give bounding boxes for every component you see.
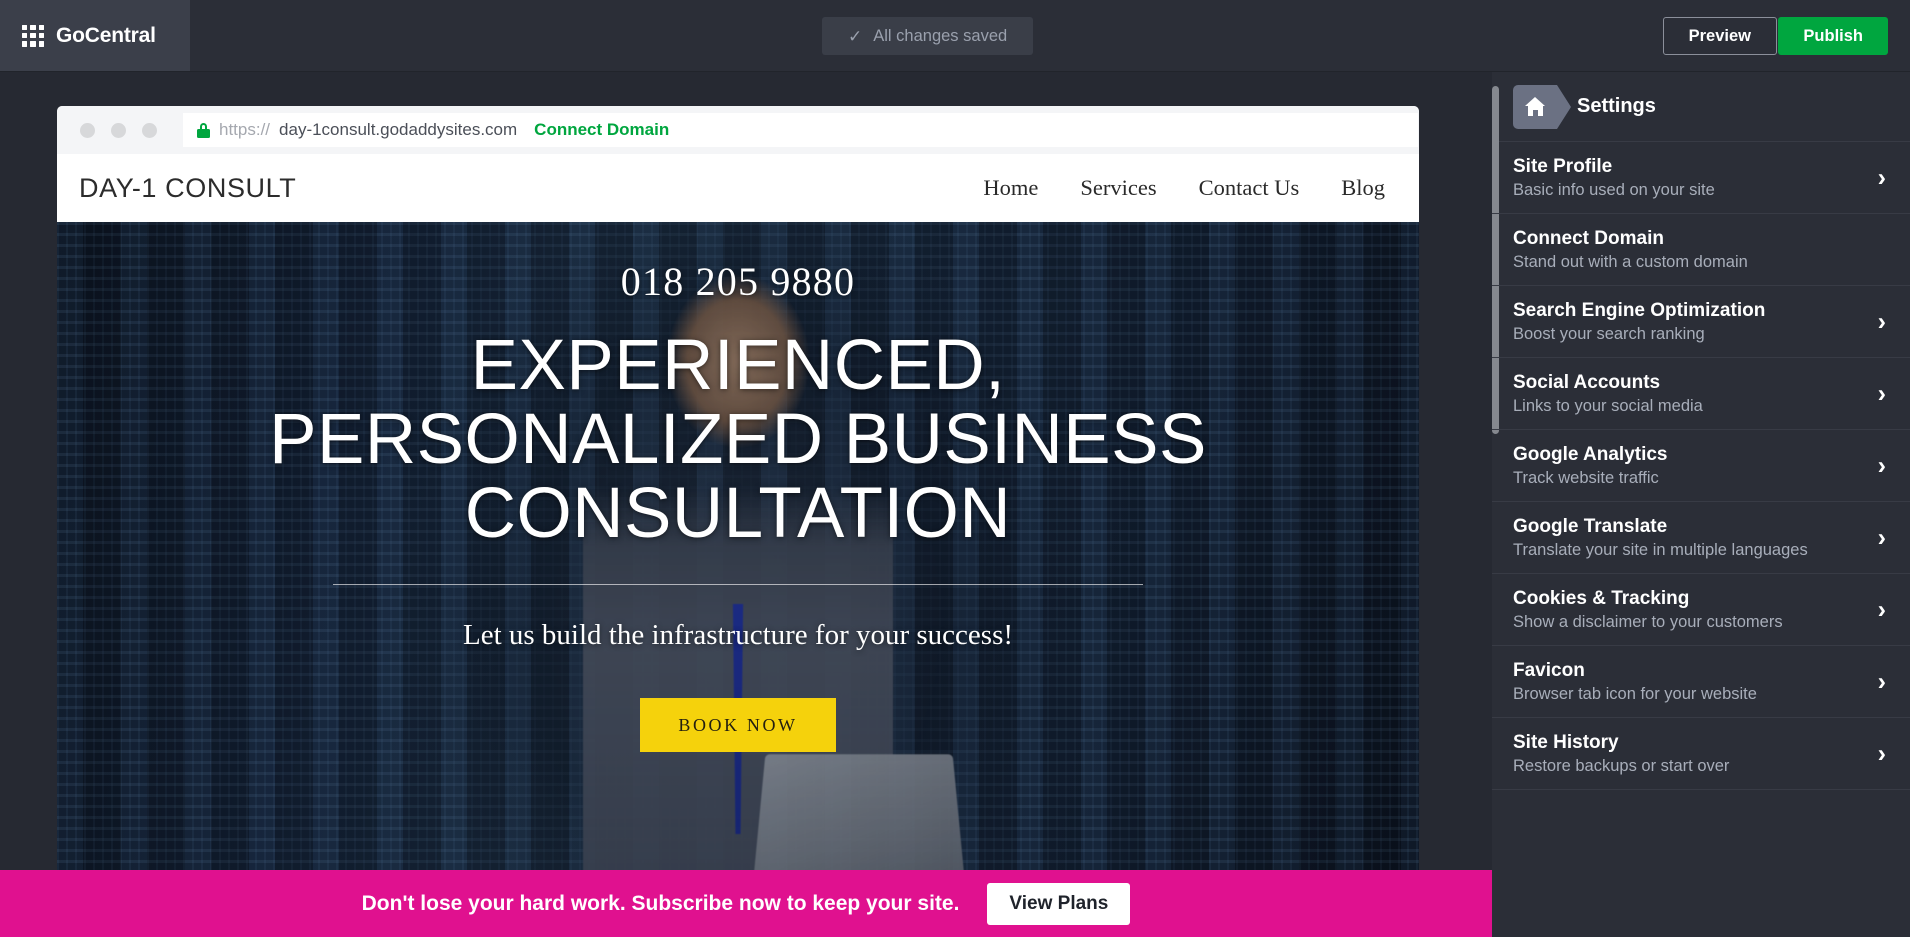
sidebar-item-connect-domain[interactable]: Connect Domain Stand out with a custom d… <box>1492 214 1910 286</box>
sidebar-item-sublabel: Show a disclaimer to your customers <box>1513 612 1783 631</box>
grid-icon <box>22 24 44 47</box>
sidebar-item-favicon[interactable]: Favicon Browser tab icon for your websit… <box>1492 646 1910 718</box>
sidebar-item-sublabel: Track website traffic <box>1513 468 1659 487</box>
sidebar-item-sublabel: Translate your site in multiple language… <box>1513 540 1808 559</box>
sidebar-item-cookies-tracking[interactable]: Cookies & Tracking Show a disclaimer to … <box>1492 574 1910 646</box>
sidebar-item-label: Cookies & Tracking <box>1513 587 1690 609</box>
brand-logo[interactable]: GoCentral <box>0 0 190 71</box>
sidebar-item-label: Site History <box>1513 731 1619 753</box>
hero-tagline: Let us build the infrastructure for your… <box>462 619 1014 652</box>
connect-domain-link[interactable]: Connect Domain <box>534 120 669 140</box>
preview-button[interactable]: Preview <box>1662 17 1777 55</box>
url-scheme: https:// <box>219 120 271 139</box>
hero-headline: EXPERIENCED, PERSONALIZED BUSINESS CONSU… <box>269 329 1207 550</box>
chevron-right-icon: › <box>1877 739 1886 767</box>
sidebar-item-sublabel: Boost your search ranking <box>1513 324 1705 343</box>
hero-section[interactable]: 018 205 9880 EXPERIENCED, PERSONALIZED B… <box>57 222 1419 896</box>
top-toolbar: GoCentral ✓ All changes saved Preview Pu… <box>0 0 1910 72</box>
nav-item-home[interactable]: Home <box>983 175 1038 201</box>
book-now-button[interactable]: BOOK NOW <box>640 698 836 753</box>
settings-list: Site Profile Basic info used on your sit… <box>1492 142 1910 790</box>
sidebar-item-label: Social Accounts <box>1513 371 1661 393</box>
window-dots <box>80 122 157 138</box>
home-icon[interactable] <box>1513 84 1571 129</box>
nav-item-blog[interactable]: Blog <box>1341 175 1385 201</box>
chevron-right-icon: › <box>1877 163 1886 191</box>
sidebar-item-sublabel: Basic info used on your site <box>1513 180 1715 199</box>
sidebar-item-label: Favicon <box>1513 659 1585 681</box>
lock-icon <box>197 122 210 138</box>
hero-phone: 018 205 9880 <box>620 259 856 304</box>
sidebar-item-label: Search Engine Optimization <box>1513 299 1766 321</box>
sidebar-item-sublabel: Links to your social media <box>1513 396 1703 415</box>
site-preview-window: https:// day-1consult.godaddysites.com C… <box>57 106 1419 896</box>
chevron-right-icon: › <box>1877 667 1886 695</box>
chevron-right-icon: › <box>1877 523 1886 551</box>
sidebar-item-google-analytics[interactable]: Google Analytics Track website traffic › <box>1492 430 1910 502</box>
publish-button[interactable]: Publish <box>1778 17 1888 55</box>
sidebar-item-label: Google Translate <box>1513 515 1668 537</box>
chevron-right-icon: › <box>1877 307 1886 335</box>
browser-chrome-bar: https:// day-1consult.godaddysites.com C… <box>57 106 1419 154</box>
settings-sidebar: Settings Site Profile Basic info used on… <box>1492 72 1910 937</box>
site-header: DAY-1 CONSULT Home Services Contact Us B… <box>57 154 1419 222</box>
sidebar-item-sublabel: Browser tab icon for your website <box>1513 684 1757 703</box>
hero-headline-line-3: CONSULTATION <box>464 473 1012 553</box>
chevron-right-icon: › <box>1877 451 1886 479</box>
chevron-right-icon: › <box>1877 379 1886 407</box>
hero-content: 018 205 9880 EXPERIENCED, PERSONALIZED B… <box>57 222 1419 896</box>
sidebar-item-label: Connect Domain <box>1513 227 1664 249</box>
sidebar-item-search-engine-optimization[interactable]: Search Engine Optimization Boost your se… <box>1492 286 1910 358</box>
sidebar-item-site-profile[interactable]: Site Profile Basic info used on your sit… <box>1492 142 1910 214</box>
chevron-right-icon: › <box>1877 595 1886 623</box>
page-title: Settings <box>1577 95 1656 117</box>
site-nav: Home Services Contact Us Blog <box>983 175 1399 201</box>
sidebar-item-label: Google Analytics <box>1513 443 1668 465</box>
promo-message: Don't lose your hard work. Subscribe now… <box>361 891 960 915</box>
site-logo[interactable]: DAY-1 CONSULT <box>79 173 296 204</box>
subscribe-promo-banner: Don't lose your hard work. Subscribe now… <box>0 870 1492 937</box>
sidebar-item-sublabel: Restore backups or start over <box>1513 756 1730 775</box>
brand-name: GoCentral <box>56 23 156 47</box>
sidebar-item-social-accounts[interactable]: Social Accounts Links to your social med… <box>1492 358 1910 430</box>
sidebar-header: Settings <box>1492 72 1910 142</box>
sidebar-item-google-translate[interactable]: Google Translate Translate your site in … <box>1492 502 1910 574</box>
sidebar-item-label: Site Profile <box>1513 155 1613 177</box>
sidebar-item-site-history[interactable]: Site History Restore backups or start ov… <box>1492 718 1910 790</box>
editor-canvas: https:// day-1consult.godaddysites.com C… <box>0 72 1492 937</box>
save-status-label: All changes saved <box>873 26 1008 45</box>
url-host: day-1consult.godaddysites.com <box>279 120 518 139</box>
check-icon: ✓ <box>848 26 863 46</box>
hero-divider <box>333 584 1143 586</box>
hero-headline-line-1: EXPERIENCED, <box>470 326 1006 405</box>
url-bar[interactable]: https:// day-1consult.godaddysites.com C… <box>183 113 1418 147</box>
hero-headline-line-2: PERSONALIZED BUSINESS <box>269 399 1207 479</box>
sidebar-item-sublabel: Stand out with a custom domain <box>1513 252 1748 271</box>
view-plans-button[interactable]: View Plans <box>987 882 1131 925</box>
nav-item-services[interactable]: Services <box>1080 175 1156 201</box>
save-status-pill: ✓ All changes saved <box>822 17 1034 55</box>
nav-item-contact-us[interactable]: Contact Us <box>1199 175 1300 201</box>
